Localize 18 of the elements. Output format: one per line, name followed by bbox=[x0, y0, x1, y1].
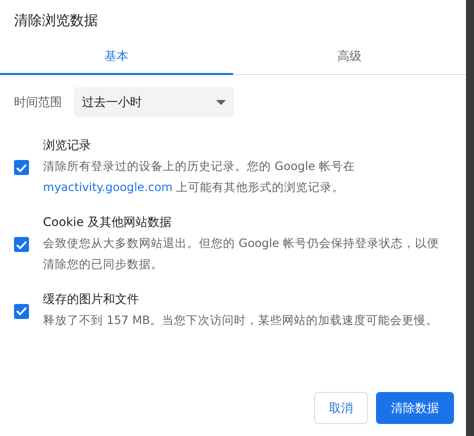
checkbox[interactable] bbox=[14, 160, 29, 175]
activity-link[interactable]: myactivity.google.com bbox=[43, 180, 173, 194]
time-range-label: 时间范围 bbox=[14, 94, 62, 110]
time-range-dropdown[interactable]: 过去一小时 bbox=[74, 87, 234, 117]
option-description: 清除所有登录过的设备上的历史记录。您的 Google 帐号在 myactivity.google.com 上可能有其他形式的浏览记录。 bbox=[43, 158, 356, 196]
caret-icon bbox=[216, 100, 226, 104]
option-description: 会致使您从大多数网站退出。但您的 Google 帐号仍会保持登录状态，以便清除您的已同步数据。 bbox=[43, 235, 440, 273]
cancel-button[interactable]: 取消 bbox=[314, 392, 368, 424]
clear-data-button[interactable]: 清除数据 bbox=[376, 392, 454, 424]
tab[interactable]: 基本 bbox=[0, 42, 233, 75]
checkbox[interactable] bbox=[14, 237, 29, 252]
option-title: 缓存的图片和文件 bbox=[43, 291, 140, 308]
tab[interactable]: 高级 bbox=[233, 42, 466, 75]
dialog-title: 清除浏览数据 bbox=[13, 12, 99, 30]
checkbox[interactable] bbox=[14, 304, 29, 318]
option-description: 释放了不到 157 MB。当您下次访问时，某些网站的加载速度可能会更慢。 bbox=[43, 312, 440, 329]
option-title: Cookie 及其他网站数据 bbox=[43, 214, 173, 231]
option-title: 浏览记录 bbox=[43, 137, 92, 154]
